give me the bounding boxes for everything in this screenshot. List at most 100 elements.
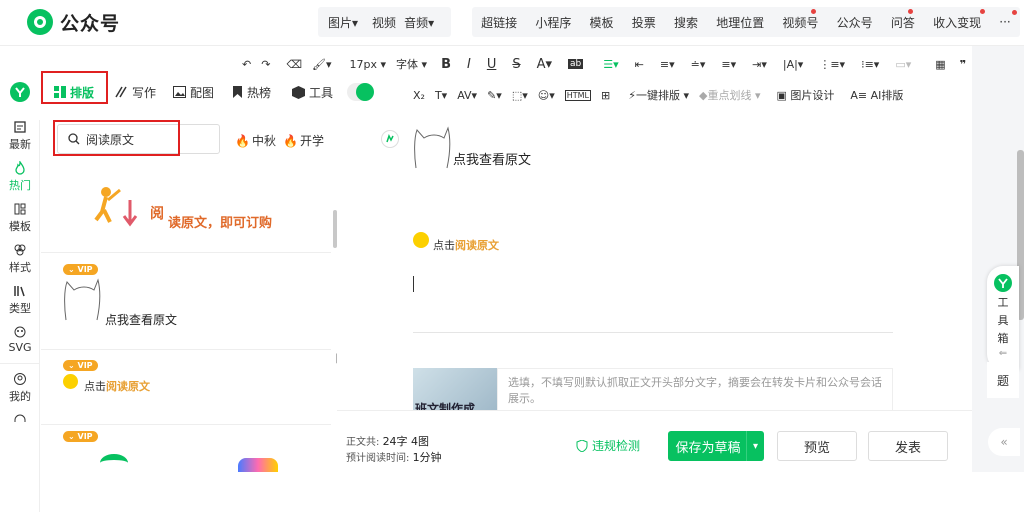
template-icon: [14, 203, 26, 215]
left-rail: 最新 热门 模板 样式 类型 SVG 我的: [0, 120, 40, 512]
toolbox-float[interactable]: 工 具 箱 ⇐: [987, 266, 1019, 370]
indent-icon[interactable]: ⇤: [635, 58, 644, 71]
tab-layout[interactable]: 排版: [54, 83, 94, 101]
chevron-down-icon[interactable]: ▾: [746, 431, 764, 461]
menu-image[interactable]: 图片▾: [318, 14, 368, 31]
text-transform-icon[interactable]: T▾: [435, 89, 447, 102]
emoji-icon[interactable]: ☺▾: [538, 89, 555, 102]
menu-vote[interactable]: 投票: [632, 14, 656, 31]
magic-wand-icon[interactable]: ✎▾: [487, 89, 502, 102]
divider: [41, 349, 331, 350]
menu-channels[interactable]: 视频号: [782, 8, 818, 31]
menu-miniprogram[interactable]: 小程序: [535, 14, 571, 31]
yellow-dot: [413, 232, 429, 248]
pen-icon: [115, 86, 127, 98]
align-left-icon[interactable]: ☰▾: [603, 58, 618, 71]
toolbar-row-2: X₂ T▾ AV▾ ✎▾ ⬚▾ ☺▾ HTML ⊞ ⚡一键排版 ▾ ◆重点划线 …: [413, 87, 903, 103]
panel-toggle[interactable]: [347, 83, 374, 101]
tab-write[interactable]: 写作: [114, 83, 156, 101]
rail-style[interactable]: 样式: [0, 243, 40, 275]
editor-plugin-icon[interactable]: [381, 130, 399, 148]
rail-svg[interactable]: SVG: [0, 325, 40, 354]
rail-latest[interactable]: 最新: [0, 120, 40, 152]
menu-hyperlink[interactable]: 超链接: [481, 14, 517, 31]
highlight-line-button[interactable]: ◆重点划线 ▾: [699, 87, 761, 103]
menu-search[interactable]: 搜索: [674, 14, 698, 31]
compliance-check-button[interactable]: 违规检测: [576, 437, 640, 454]
menu-more[interactable]: ···: [999, 10, 1017, 29]
rail-support[interactable]: [0, 413, 40, 429]
font-family-select[interactable]: 字体 ▾: [396, 56, 427, 72]
preview-button[interactable]: 预览: [777, 431, 857, 461]
toolbar-row-1: ↶ ↷ ⌫ 🖌▾ 17px ▾ 字体 ▾ B I U S A▾ ab ☰▾ ⇤ …: [242, 56, 1024, 72]
undo-icon[interactable]: ↶: [242, 58, 251, 71]
align-right-icon[interactable]: ≐▾: [691, 58, 706, 71]
cat-doodle: [62, 276, 102, 322]
tab-trending[interactable]: 热榜: [232, 83, 271, 101]
item2-text: 点我查看原文: [105, 313, 178, 327]
menu-video[interactable]: 视频: [368, 14, 400, 31]
cover-thumbnail[interactable]: 班文制作成: [413, 368, 497, 414]
menu-location[interactable]: 地理位置: [716, 14, 764, 31]
quote-icon[interactable]: ❞: [960, 58, 966, 71]
tab-tools[interactable]: 工具: [292, 83, 333, 101]
html-icon[interactable]: HTML: [564, 89, 592, 101]
italic-icon[interactable]: I: [467, 57, 471, 72]
bold-icon[interactable]: B: [441, 57, 451, 72]
letter-spacing-icon[interactable]: |A|▾: [783, 58, 803, 71]
back-to-top-icon[interactable]: «: [988, 428, 1020, 456]
app-logo: 公众号: [26, 8, 120, 36]
rail-template[interactable]: 模板: [0, 202, 40, 234]
redo-icon[interactable]: ↷: [261, 58, 270, 71]
underline-icon[interactable]: U: [487, 57, 497, 72]
paragraph-spacing-icon[interactable]: ⇥▾: [752, 58, 767, 71]
style-icon: [14, 244, 26, 256]
fire-icon: 🔥: [283, 133, 298, 148]
eraser-icon[interactable]: ⌫: [286, 58, 302, 71]
divider: [41, 424, 331, 425]
question-float[interactable]: 题: [987, 362, 1019, 398]
chart-icon[interactable]: ⬚▾: [512, 89, 528, 102]
toolbox-icon[interactable]: ⊞: [601, 89, 610, 102]
font-size-select[interactable]: 17px ▾: [350, 58, 387, 71]
fire-icon: 🔥: [235, 133, 250, 148]
publish-button[interactable]: 发表: [868, 431, 948, 461]
clear-format-icon[interactable]: X₂: [413, 89, 425, 102]
align-center-icon[interactable]: ≡▾: [660, 58, 675, 71]
ai-layout-button[interactable]: A≡ AI排版: [850, 87, 903, 103]
table-icon[interactable]: ▦: [935, 58, 945, 71]
ordered-list-icon[interactable]: ⋮≡▾: [819, 58, 845, 71]
tab-image[interactable]: 配图: [173, 83, 214, 101]
user-icon: [14, 373, 26, 385]
image-design-button[interactable]: ▣ 图片设计: [777, 87, 835, 103]
insert-menu-group: 超链接 小程序 模板 投票 搜索 地理位置 视频号 公众号 问答 收入变现 ··…: [472, 7, 1020, 37]
menu-monetize[interactable]: 收入变现: [933, 8, 986, 31]
font-color-icon[interactable]: A▾: [537, 57, 552, 72]
item1-text: 读原文，即可订购: [168, 216, 273, 231]
rail-hot[interactable]: 热门: [0, 161, 40, 193]
shield-icon: [576, 439, 588, 452]
new-dot: [980, 8, 986, 14]
menu-audio[interactable]: 音频▾: [400, 14, 438, 31]
green-shape: [100, 454, 128, 472]
summary-input[interactable]: 选填，不填写则默认抓取正文开头部分文字，摘要会在转发卡片和公众号会话展示。: [497, 368, 893, 414]
menu-official-account[interactable]: 公众号: [837, 14, 873, 31]
menu-template[interactable]: 模板: [590, 14, 614, 31]
strikethrough-icon[interactable]: S: [512, 57, 520, 72]
tag-school[interactable]: 🔥 开学: [283, 132, 324, 149]
tag-mid-autumn[interactable]: 🔥 中秋: [235, 132, 276, 149]
vip-badge: ⌄ VIP: [63, 428, 98, 442]
toggle-knob: [356, 83, 374, 101]
unordered-list-icon[interactable]: ⁝≡▾: [861, 58, 879, 71]
line-height-icon[interactable]: ≡▾: [721, 58, 736, 71]
format-painter-icon[interactable]: 🖌▾: [312, 58, 332, 71]
char-spacing-icon[interactable]: AV▾: [457, 89, 477, 102]
rail-type[interactable]: 类型: [0, 284, 40, 316]
background-color-icon[interactable]: ab: [568, 59, 584, 69]
one-click-layout-button[interactable]: ⚡一键排版 ▾: [628, 87, 689, 103]
save-draft-button[interactable]: 保存为草稿 ▾: [668, 431, 764, 461]
editor-footer: 正文共: 24字 4图 预计阅读时间: 1分钟 违规检测 保存为草稿 ▾ 预览 …: [337, 410, 972, 472]
yellow-dot: [63, 374, 78, 389]
rail-mine[interactable]: 我的: [0, 363, 40, 404]
menu-qa[interactable]: 问答: [891, 8, 915, 31]
